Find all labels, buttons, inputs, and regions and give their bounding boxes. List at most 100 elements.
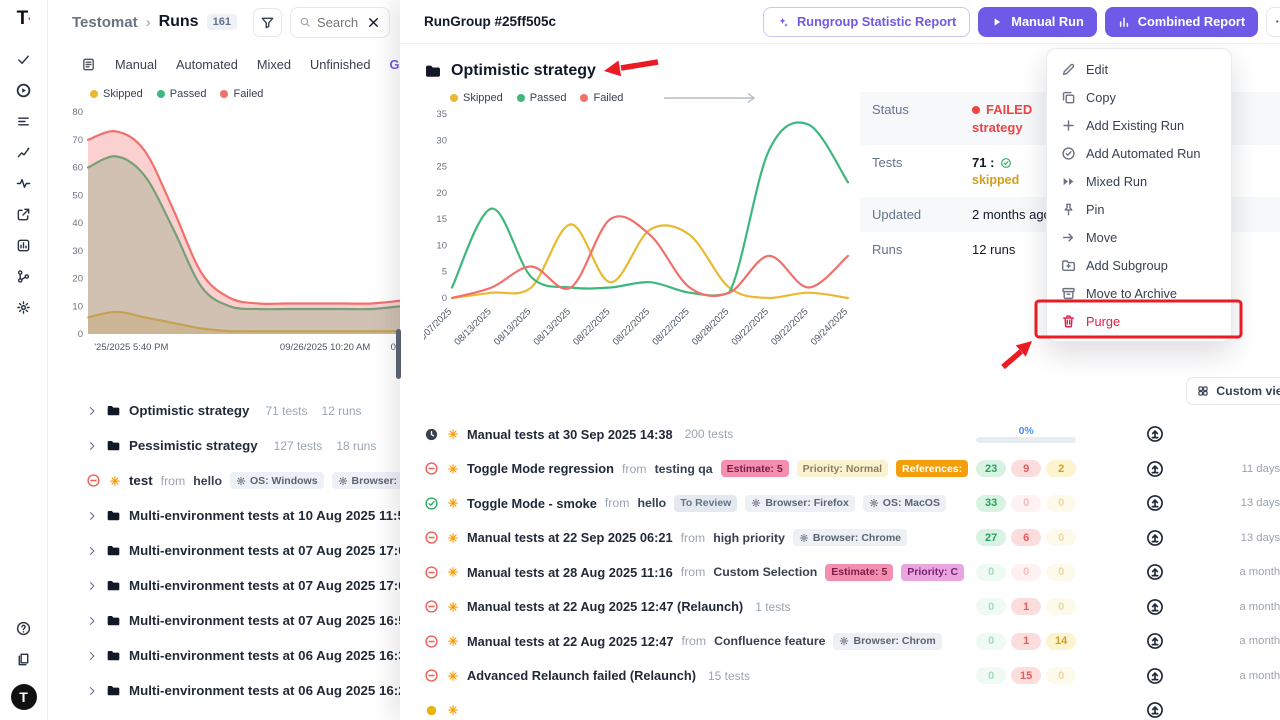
pin-icon xyxy=(1061,202,1076,217)
filter-button[interactable] xyxy=(253,8,282,37)
svg-text:20: 20 xyxy=(436,188,447,199)
publish-report-icon[interactable] xyxy=(1146,460,1164,478)
menu-item-add-automated-run[interactable]: Add Automated Run xyxy=(1047,139,1231,167)
chevron-right-icon[interactable] xyxy=(86,580,98,592)
group-row[interactable]: Multi-environment tests at 10 Aug 2025 1… xyxy=(48,498,400,533)
rail-item-tests[interactable] xyxy=(7,44,41,75)
menu-item-pin[interactable]: Pin xyxy=(1047,195,1231,223)
chevron-right-icon[interactable] xyxy=(86,685,98,697)
group-row[interactable]: Multi-environment tests at 07 Aug 2025 1… xyxy=(48,568,400,603)
status-icon xyxy=(424,668,439,683)
run-row[interactable]: Manual tests at 22 Sep 2025 06:21fromhig… xyxy=(424,521,1280,556)
run-title[interactable]: Manual tests at 22 Aug 2025 12:47 (Relau… xyxy=(467,599,743,614)
run-title[interactable]: Manual tests at 30 Sep 2025 14:38 xyxy=(467,427,673,442)
chevron-right-icon[interactable] xyxy=(86,510,98,522)
brand-logo[interactable]: T' xyxy=(17,8,31,30)
menu-item-purge[interactable]: Purge xyxy=(1047,307,1231,335)
run-title[interactable]: Toggle Mode - smoke xyxy=(467,496,597,511)
analytics-icon xyxy=(16,145,31,160)
rail-item-analytics[interactable] xyxy=(7,137,41,168)
group-row[interactable]: Multi-environment tests at 07 Aug 2025 1… xyxy=(48,603,400,638)
tab-mixed[interactable]: Mixed xyxy=(257,57,291,72)
menu-item-add-existing-run[interactable]: Add Existing Run xyxy=(1047,111,1231,139)
publish-report-icon[interactable] xyxy=(1146,632,1164,650)
run-row[interactable]: Toggle Mode regressionfromtesting qaEsti… xyxy=(424,452,1280,487)
search-box[interactable] xyxy=(290,7,390,38)
svg-text:09/22/2025: 09/22/2025 xyxy=(730,306,771,347)
rail-item-reports[interactable] xyxy=(7,230,41,261)
publish-report-icon[interactable] xyxy=(1146,701,1164,719)
tab-automated[interactable]: Automated xyxy=(176,57,238,72)
more-actions-button[interactable] xyxy=(1266,7,1280,37)
rail-item-pulse[interactable] xyxy=(7,168,41,199)
rail-item-branches[interactable] xyxy=(7,261,41,292)
chevron-right-icon[interactable] xyxy=(86,615,98,627)
chevron-right-icon[interactable] xyxy=(86,545,98,557)
account-logo[interactable]: T xyxy=(11,684,37,710)
group-row[interactable]: Multi-environment tests at 07 Aug 2025 1… xyxy=(48,533,400,568)
publish-icon xyxy=(1146,667,1164,685)
group-row[interactable]: Multi-environment tests at 06 Aug 2025 1… xyxy=(48,638,400,673)
tab-g[interactable]: G xyxy=(390,57,400,72)
chevron-right-icon[interactable] xyxy=(86,405,98,417)
custom-view-button[interactable]: Custom view xyxy=(1186,377,1280,405)
svg-text:70: 70 xyxy=(72,135,83,146)
run-title[interactable]: Advanced Relaunch failed (Relaunch) xyxy=(467,668,696,683)
rail-item-help[interactable] xyxy=(7,613,41,644)
publish-report-icon[interactable] xyxy=(1146,598,1164,616)
chevron-right-icon[interactable] xyxy=(86,440,98,452)
chevron-right-icon xyxy=(86,510,98,522)
tab-unfinished[interactable]: Unfinished xyxy=(310,57,370,72)
run-row[interactable]: Manual tests at 22 Aug 2025 12:47fromCon… xyxy=(424,624,1280,659)
drawer-header: RunGroup #25ff505c Rungroup Statistic Re… xyxy=(400,0,1280,44)
menu-item-copy[interactable]: Copy xyxy=(1047,83,1231,111)
publish-report-icon[interactable] xyxy=(1146,529,1164,547)
publish-report-icon[interactable] xyxy=(1146,494,1164,512)
group-row[interactable]: Multi-environment tests at 06 Aug 2025 1… xyxy=(48,673,400,708)
chevron-right-icon[interactable] xyxy=(86,650,98,662)
combined-report-button[interactable]: Combined Report xyxy=(1105,7,1258,37)
run-row[interactable]: Manual tests at 22 Aug 2025 12:47 (Relau… xyxy=(424,590,1280,625)
run-row[interactable]: Toggle Mode - smokefromhelloTo ReviewBro… xyxy=(424,486,1280,521)
rungroup-statistic-report-button[interactable]: Rungroup Statistic Report xyxy=(763,7,970,37)
publish-report-icon[interactable] xyxy=(1146,425,1164,443)
menu-item-edit[interactable]: Edit xyxy=(1047,55,1231,83)
group-row[interactable]: Optimistic strategy71 tests12 runs xyxy=(48,393,400,428)
manual-run-button[interactable]: Manual Run xyxy=(978,7,1097,37)
settings-icon xyxy=(16,300,31,315)
publish-report-icon[interactable] xyxy=(1146,563,1164,581)
run-row[interactable] xyxy=(424,693,1280,720)
search-input[interactable] xyxy=(317,15,360,30)
manual-run-icon xyxy=(447,635,459,647)
menu-item-move[interactable]: Move xyxy=(1047,223,1231,251)
count-passed: 0 xyxy=(976,633,1006,650)
breadcrumb-brand[interactable]: Testomat xyxy=(72,14,138,31)
burst-icon xyxy=(447,497,459,509)
run-title[interactable]: Manual tests at 22 Aug 2025 12:47 xyxy=(467,634,674,649)
menu-item-mixed-run[interactable]: Mixed Run xyxy=(1047,167,1231,195)
run-row[interactable]: Manual tests at 30 Sep 2025 14:38200 tes… xyxy=(424,417,1280,452)
rail-item-docs[interactable] xyxy=(7,644,41,675)
run-title[interactable]: Manual tests at 22 Sep 2025 06:21 xyxy=(467,530,673,545)
group-row[interactable]: Pessimistic strategy127 tests18 runs xyxy=(48,428,400,463)
run-title[interactable]: Toggle Mode regression xyxy=(467,461,614,476)
run-row-test[interactable]: test fromhello OS: WindowsBrowser: Chrom… xyxy=(48,463,400,498)
run-row[interactable]: Manual tests at 28 Aug 2025 11:16fromCus… xyxy=(424,555,1280,590)
docs-icon xyxy=(16,652,31,667)
run-title[interactable]: Manual tests at 28 Aug 2025 11:16 xyxy=(467,565,673,580)
rail-item-plans[interactable] xyxy=(7,106,41,137)
run-row[interactable]: Advanced Relaunch failed (Relaunch)15 te… xyxy=(424,659,1280,694)
rail-item-settings[interactable] xyxy=(7,292,41,323)
manual-run-icon xyxy=(447,532,459,544)
search-clear-icon[interactable] xyxy=(366,15,381,30)
gear-icon xyxy=(799,533,809,543)
menu-item-move-to-archive[interactable]: Move to Archive xyxy=(1047,279,1231,307)
menu-item-add-subgroup[interactable]: Add Subgroup xyxy=(1047,251,1231,279)
publish-report-icon[interactable] xyxy=(1146,667,1164,685)
rail-item-export[interactable] xyxy=(7,199,41,230)
tab-manual[interactable]: Manual xyxy=(115,57,157,72)
rail-item-runs[interactable] xyxy=(7,75,41,106)
scrollbar-thumb[interactable] xyxy=(396,329,401,379)
manual-run-icon xyxy=(447,601,459,613)
badge: Browser: Firefox xyxy=(745,495,854,512)
